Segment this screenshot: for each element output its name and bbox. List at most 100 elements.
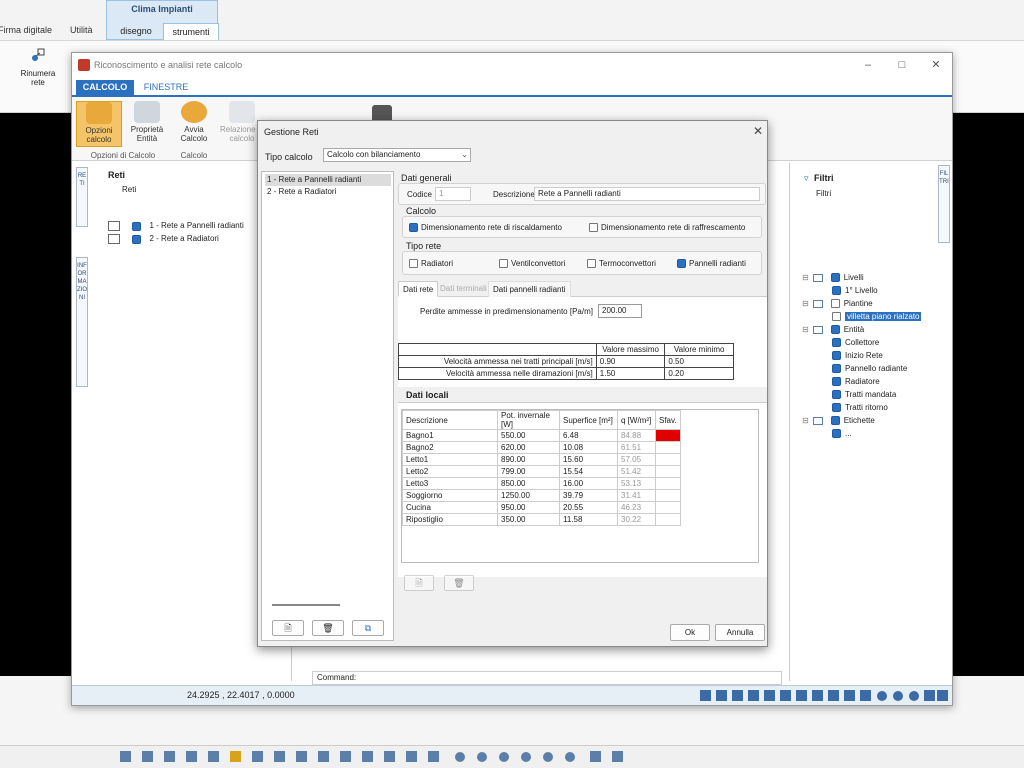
perdite-input[interactable]: 200.00	[598, 304, 642, 318]
table-cell[interactable]: 46.23	[617, 501, 656, 514]
ventilconvettori-option[interactable]: Ventilconvettori	[499, 259, 565, 269]
table-cell[interactable]: 1.50	[595, 367, 666, 380]
tab-dati-pannelli-radianti[interactable]: Dati pannelli radianti	[488, 281, 571, 297]
tree-item[interactable]: ⊟ Piantine	[802, 299, 942, 312]
tree-item-checkbox[interactable]	[830, 273, 840, 283]
table-cell[interactable]: 0.20	[664, 367, 734, 380]
table-cell[interactable]: 6.48	[559, 429, 618, 442]
tree-item[interactable]: ⊟ Etichette	[802, 416, 942, 429]
table-cell[interactable]: 10.08	[559, 441, 618, 454]
table-cell[interactable]: Soggiorno	[402, 489, 498, 502]
tipo-calcolo-select[interactable]: Calcolo con bilanciamento ⌄	[323, 148, 471, 162]
delete-network-button[interactable]: 🗑	[312, 620, 344, 636]
tab-finestre[interactable]: FINESTRE	[136, 80, 196, 95]
radiatori-checkbox[interactable]	[409, 259, 418, 269]
annulla-button[interactable]: Annulla	[715, 624, 765, 641]
tree-item[interactable]: Radiatore	[802, 377, 942, 390]
vtab-filtri[interactable]: FILTRI	[938, 165, 950, 243]
raffrescamento-checkbox[interactable]	[589, 223, 598, 233]
expander-icon[interactable]: ⊟	[802, 325, 809, 334]
tree-item-checkbox[interactable]	[830, 416, 840, 426]
table-cell[interactable]: 0.50	[664, 355, 734, 368]
sfav-cell[interactable]	[655, 477, 681, 490]
toolbar-icons-strip[interactable]	[120, 750, 640, 764]
reti-item-1[interactable]: 1 - Rete a Pannelli radianti	[108, 221, 244, 234]
table-row[interactable]: Cucina 950.00 20.55 46.23	[402, 501, 681, 514]
ok-button[interactable]: Ok	[670, 624, 710, 641]
table-cell[interactable]: Letto1	[402, 453, 498, 466]
table-cell[interactable]: Letto2	[402, 465, 498, 478]
table-cell[interactable]: 15.60	[559, 453, 618, 466]
table-row[interactable]: Bagno1 550.00 6.48 84.88	[402, 429, 681, 442]
tab-calcolo[interactable]: CALCOLO	[76, 80, 134, 95]
table-cell[interactable]: 350.00	[497, 513, 560, 526]
tab-firma-digitale[interactable]: Firma digitale	[0, 25, 52, 39]
tree-item-checkbox[interactable]	[832, 312, 841, 322]
tab-strumenti[interactable]: strumenti	[163, 23, 219, 41]
riscaldamento-option[interactable]: Dimensionamento rete di riscaldamento	[409, 223, 562, 233]
sfav-cell[interactable]	[655, 429, 681, 442]
radiatori-option[interactable]: Radiatori	[409, 259, 453, 269]
table-cell[interactable]: 950.00	[497, 501, 560, 514]
table-row[interactable]: Letto3 850.00 16.00 53.13	[402, 477, 681, 490]
table-cell[interactable]: Cucina	[402, 501, 498, 514]
tree-item[interactable]: ...	[802, 429, 942, 442]
table-cell[interactable]: 39.79	[559, 489, 618, 502]
new-locale-button[interactable]: 🗎	[404, 575, 434, 591]
table-row[interactable]: Ripostiglio 350.00 11.58 30.22	[402, 513, 681, 526]
table-cell[interactable]: 890.00	[497, 453, 560, 466]
tree-item-checkbox[interactable]	[830, 325, 840, 335]
delete-locale-button[interactable]: 🗑	[444, 575, 474, 591]
tree-item-checkbox[interactable]	[830, 299, 840, 309]
opzioni-calcolo-button[interactable]: Opzioni calcolo	[76, 101, 122, 147]
dialog-close-icon[interactable]: ✕	[750, 123, 766, 139]
table-cell[interactable]: 1250.00	[497, 489, 560, 502]
table-cell[interactable]: 0.90	[595, 355, 666, 368]
tree-item[interactable]: 1° Livello	[802, 286, 942, 299]
sfav-cell[interactable]	[655, 453, 681, 466]
close-icon[interactable]: ✕	[928, 57, 944, 73]
minimize-icon[interactable]: –	[860, 57, 876, 73]
table-cell[interactable]: 31.41	[617, 489, 656, 502]
tab-disegno[interactable]: disegno	[111, 23, 161, 39]
table-cell[interactable]: Ripostiglio	[402, 513, 498, 526]
tree-item[interactable]: Pannello radiante	[802, 364, 942, 377]
descrizione-field[interactable]: Rete a Pannelli radianti	[534, 187, 760, 201]
tree-item[interactable]: ⊟ Entità	[802, 325, 942, 338]
tree-item[interactable]: Tratti mandata	[802, 390, 942, 403]
ventilconvettori-checkbox[interactable]	[499, 259, 508, 269]
pannelli-radianti-option[interactable]: Pannelli radianti	[677, 259, 746, 269]
tree-item[interactable]: Collettore	[802, 338, 942, 351]
avvia-calcolo-button[interactable]: Avvia Calcolo	[171, 101, 217, 147]
table-cell[interactable]: 15.54	[559, 465, 618, 478]
table-row[interactable]: Letto1 890.00 15.60 57.05	[402, 453, 681, 466]
tree-item-checkbox[interactable]	[832, 286, 841, 296]
maximize-icon[interactable]: □	[894, 57, 910, 73]
table-cell[interactable]: Bagno2	[402, 441, 498, 454]
tree-item[interactable]: Inizio Rete	[802, 351, 942, 364]
table-cell[interactable]: 620.00	[497, 441, 560, 454]
reti-item-1-checkbox[interactable]	[132, 221, 142, 231]
table-cell[interactable]: 61.51	[617, 441, 656, 454]
termoconvettori-checkbox[interactable]	[587, 259, 596, 269]
tab-dati-rete[interactable]: Dati rete	[398, 281, 439, 297]
list-item[interactable]: 1 - Rete a Pannelli radianti	[265, 174, 391, 186]
table-cell[interactable]: 20.55	[559, 501, 618, 514]
tree-item-checkbox[interactable]	[832, 403, 841, 413]
proprieta-entita-button[interactable]: Proprietà Entità	[124, 101, 170, 147]
tree-item[interactable]: villetta piano rialzato	[802, 312, 942, 325]
vtab-reti[interactable]: RETI	[76, 167, 88, 227]
table-cell[interactable]: 30.22	[617, 513, 656, 526]
table-cell[interactable]: 84.88	[617, 429, 656, 442]
table-cell[interactable]: 57.05	[617, 453, 656, 466]
tab-dati-terminali[interactable]: Dati terminali	[436, 281, 491, 297]
reti-item-2[interactable]: 2 - Rete a Radiatori	[108, 234, 219, 247]
tree-item[interactable]: ⊟ Livelli	[802, 273, 942, 286]
table-row[interactable]: Bagno2 620.00 10.08 61.51	[402, 441, 681, 454]
reti-item-2-checkbox[interactable]	[132, 234, 142, 244]
sfav-cell[interactable]	[655, 501, 681, 514]
table-cell[interactable]: Letto3	[402, 477, 498, 490]
table-cell[interactable]: Bagno1	[402, 429, 498, 442]
command-bar[interactable]: Command:	[312, 671, 782, 685]
riscaldamento-checkbox[interactable]	[409, 223, 418, 233]
